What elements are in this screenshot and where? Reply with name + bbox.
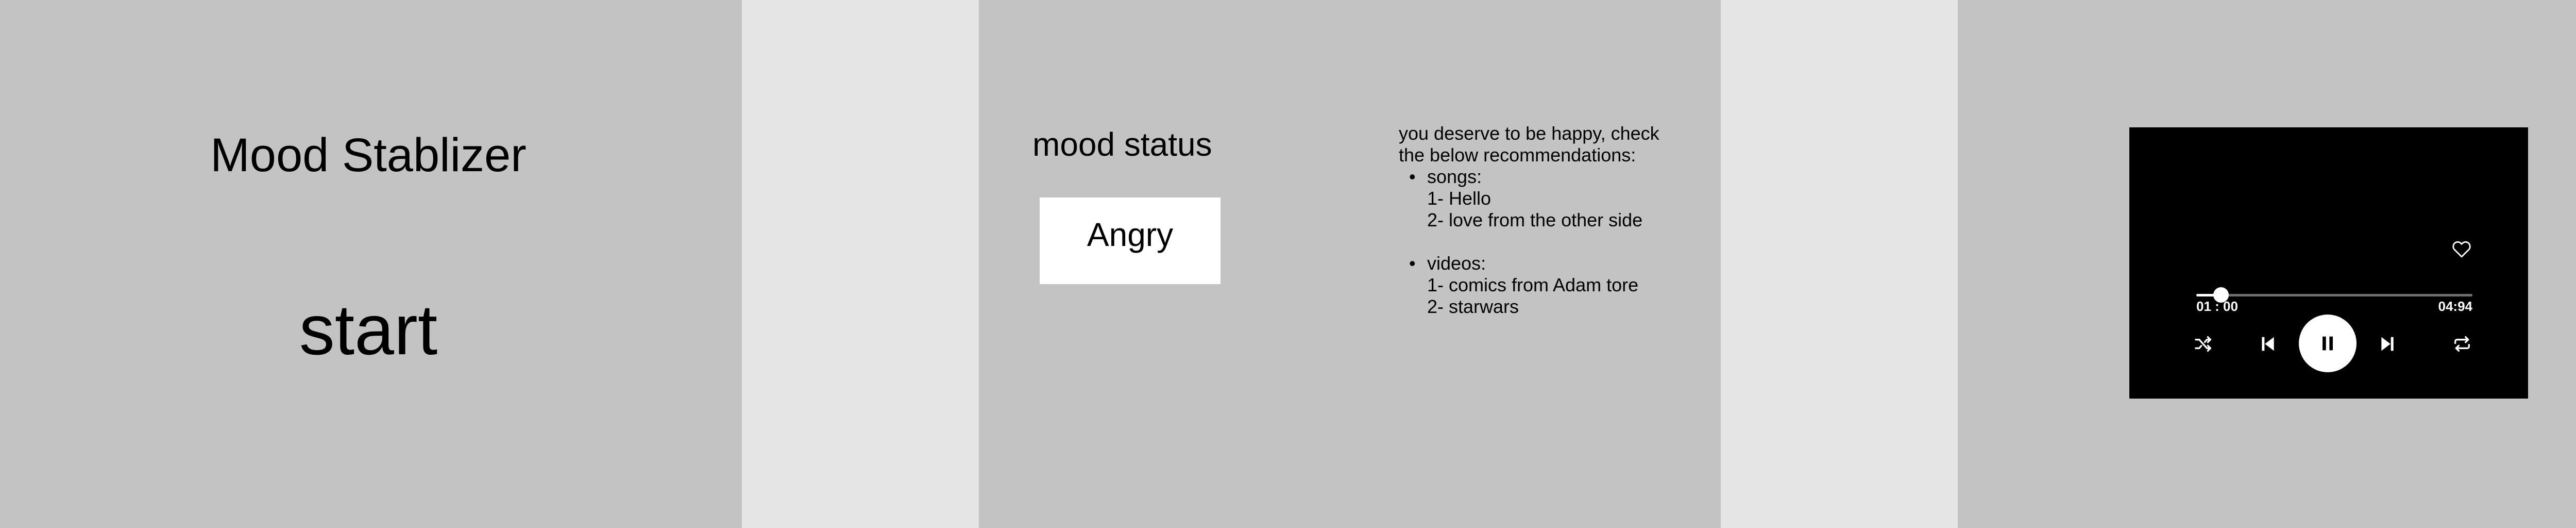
recommendations: you deserve to be happy, check the below… [1399, 123, 1667, 318]
skip-previous-icon[interactable] [2257, 333, 2279, 355]
mood-screen: mood status Angry you deserve to be happ… [979, 0, 1721, 528]
mood-value-box: Angry [1040, 197, 1221, 284]
recommendations-intro: you deserve to be happy, check the below… [1399, 123, 1659, 166]
recommendation-category: • videos: [1399, 253, 1667, 274]
heart-icon[interactable] [2451, 238, 2472, 260]
current-time: 01 : 00 [2196, 299, 2238, 314]
song-link[interactable]: 2- love from the other side [1399, 209, 1667, 231]
start-screen: Mood Stablizer start [0, 0, 742, 528]
repeat-icon[interactable] [2451, 333, 2473, 355]
video-link[interactable]: 2- starwars [1399, 296, 1667, 318]
pause-icon[interactable] [2299, 315, 2357, 372]
recommendation-category: • songs: [1399, 166, 1667, 188]
category-label: videos: [1427, 253, 1486, 274]
shuffle-icon[interactable] [2192, 333, 2215, 355]
player-screen: 01 : 00 04:94 [1958, 0, 2576, 528]
song-link[interactable]: 1- Hello [1399, 188, 1667, 209]
total-time: 04:94 [2438, 299, 2473, 314]
progress-bar[interactable] [2196, 287, 2472, 303]
mood-value: Angry [1087, 216, 1174, 253]
category-label: songs: [1427, 166, 1482, 187]
mood-status-heading: mood status [1032, 126, 1212, 163]
app-title: Mood Stablizer [210, 129, 527, 182]
bullet: • [1409, 253, 1416, 274]
bullet: • [1409, 166, 1416, 187]
start-button[interactable]: start [0, 289, 737, 371]
skip-next-icon[interactable] [2376, 333, 2399, 355]
media-player: 01 : 00 04:94 [2129, 127, 2528, 399]
video-link[interactable]: 1- comics from Adam tore [1399, 274, 1667, 296]
